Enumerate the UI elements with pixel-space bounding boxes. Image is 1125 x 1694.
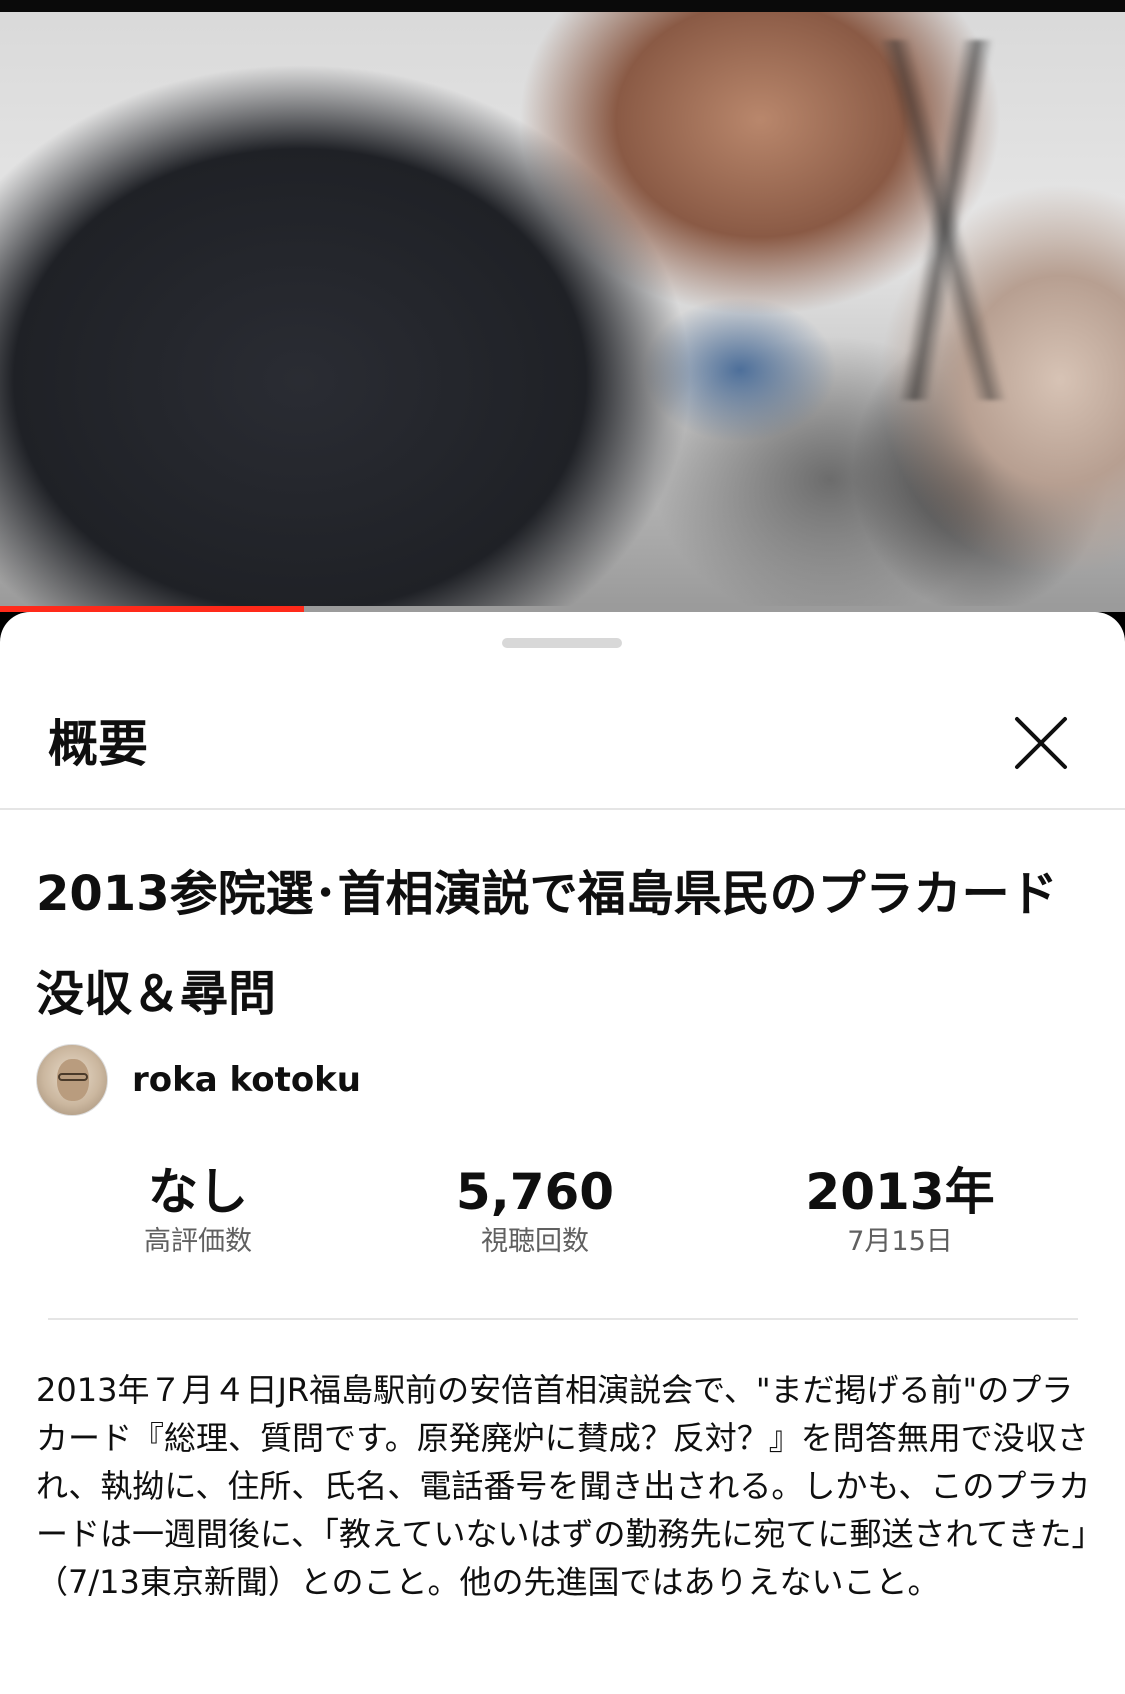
close-button[interactable] [1008, 710, 1074, 776]
close-icon [1015, 717, 1067, 769]
views-label: 視聴回数 [481, 1226, 589, 1257]
description-sheet: 概要 2013参院選･首相演説で福島県民のプラカード没収＆尋問 roka kot… [0, 612, 1125, 1694]
description-text: 2013年７月４日JR福島駅前の安倍首相演説会で、"まだ掲げる前"のプラカード『… [36, 1371, 1091, 1601]
date-stat: 2013年 7月15日 [780, 1160, 1020, 1260]
likes-value: なし [148, 1163, 248, 1221]
stats-divider [48, 1318, 1078, 1320]
likes-stat: なし 高評価数 [98, 1160, 298, 1260]
likes-label: 高評価数 [144, 1226, 252, 1257]
views-value: 5,760 [455, 1163, 615, 1221]
stats-row: なし 高評価数 5,760 視聴回数 2013年 7月15日 [0, 1160, 1125, 1270]
header-divider [0, 808, 1125, 810]
video-title: 2013参院選･首相演説で福島県民のプラカード没収＆尋問 [36, 866, 1058, 1022]
video-top-edge [0, 0, 1125, 12]
sheet-title: 概要 [48, 715, 148, 773]
year-value: 2013年 [805, 1163, 995, 1221]
sheet-drag-handle[interactable] [502, 638, 622, 648]
avatar-glasses [58, 1073, 88, 1081]
channel-avatar[interactable] [36, 1044, 108, 1116]
video-player[interactable] [0, 0, 1125, 610]
channel-name[interactable]: roka kotoku [132, 1060, 361, 1100]
date-label: 7月15日 [847, 1226, 953, 1257]
channel-row[interactable]: roka kotoku [36, 1044, 361, 1116]
video-frame-detail [880, 40, 1020, 400]
views-stat: 5,760 視聴回数 [420, 1160, 650, 1260]
